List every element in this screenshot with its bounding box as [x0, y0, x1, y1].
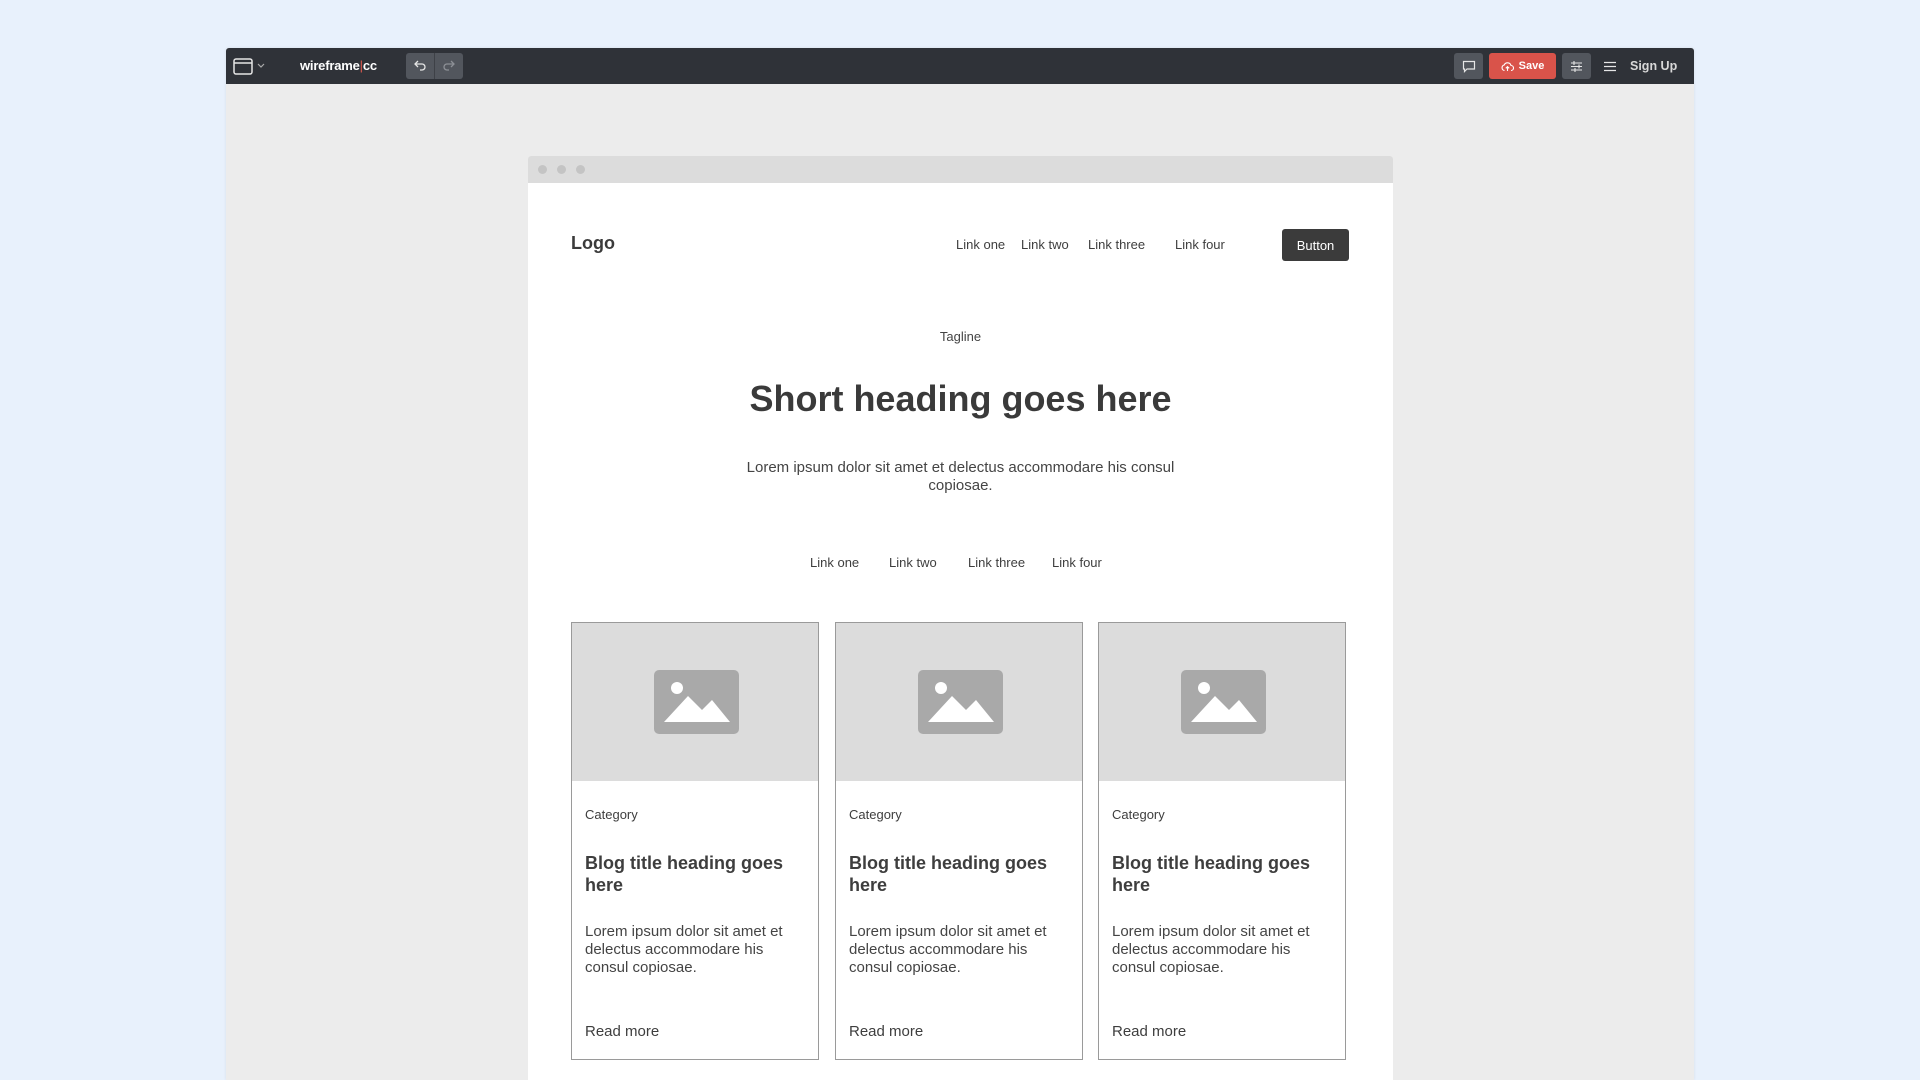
app-brand: wireframe|cc [300, 58, 377, 73]
history-group [406, 53, 463, 79]
comment-icon[interactable] [1454, 53, 1483, 79]
blog-card[interactable]: Category Blog title heading goes here Lo… [835, 622, 1083, 1060]
menu-icon[interactable] [1602, 59, 1618, 73]
hero-lead-text: Lorem ipsum dolor sit amet et delectus a… [746, 459, 1175, 494]
hero-tagline: Tagline [939, 329, 982, 344]
nav-link-four[interactable]: Link four [1175, 237, 1225, 252]
redo-icon[interactable] [435, 53, 463, 79]
settings-sliders-icon[interactable] [1562, 53, 1591, 79]
card-title[interactable]: Blog title heading goes here [849, 852, 1071, 896]
nav-link-three[interactable]: Link three [1088, 237, 1145, 252]
window-icon[interactable] [232, 56, 254, 76]
window-dot [538, 165, 547, 174]
card-title[interactable]: Blog title heading goes here [585, 852, 807, 896]
hero-heading: Short heading goes here [749, 378, 1172, 419]
image-icon [1181, 670, 1266, 734]
card-image-placeholder [572, 623, 818, 781]
page-logo[interactable]: Logo [571, 233, 615, 254]
nav-cta-button[interactable]: Button [1282, 229, 1349, 261]
wireframe-canvas-browser[interactable]: Logo Link one Link two Link three Link f… [528, 156, 1393, 1080]
save-button[interactable]: Save [1489, 53, 1556, 79]
browser-title-bar [528, 156, 1393, 183]
nav-link-one[interactable]: Link one [956, 237, 1005, 252]
card-image-placeholder [836, 623, 1082, 781]
card-image-placeholder [1099, 623, 1345, 781]
chevron-down-icon[interactable] [256, 60, 266, 72]
cloud-upload-icon [1501, 61, 1514, 71]
card-category: Category [849, 807, 902, 822]
top-toolbar: wireframe|cc Save Sign Up [226, 48, 1694, 84]
filter-link-two[interactable]: Link two [889, 555, 937, 570]
undo-icon[interactable] [406, 53, 434, 79]
app-window: wireframe|cc Save Sign Up Logo Link one … [226, 48, 1694, 1080]
window-dot [557, 165, 566, 174]
filter-link-three[interactable]: Link three [968, 555, 1025, 570]
filter-link-four[interactable]: Link four [1052, 555, 1102, 570]
read-more-link[interactable]: Read more [585, 1023, 659, 1040]
image-icon [918, 670, 1003, 734]
card-category: Category [585, 807, 638, 822]
card-title[interactable]: Blog title heading goes here [1112, 852, 1334, 896]
save-button-label: Save [1518, 60, 1545, 72]
card-category: Category [1112, 807, 1165, 822]
sign-up-link[interactable]: Sign Up [1630, 48, 1677, 84]
blog-card[interactable]: Category Blog title heading goes here Lo… [1098, 622, 1346, 1060]
blog-card[interactable]: Category Blog title heading goes here Lo… [571, 622, 819, 1060]
read-more-link[interactable]: Read more [849, 1023, 923, 1040]
card-excerpt: Lorem ipsum dolor sit amet et delectus a… [849, 923, 1047, 976]
image-icon [654, 670, 739, 734]
card-excerpt: Lorem ipsum dolor sit amet et delectus a… [1112, 923, 1310, 976]
nav-link-two[interactable]: Link two [1021, 237, 1069, 252]
window-dot [576, 165, 585, 174]
card-excerpt: Lorem ipsum dolor sit amet et delectus a… [585, 923, 783, 976]
filter-link-one[interactable]: Link one [810, 555, 859, 570]
read-more-link[interactable]: Read more [1112, 1023, 1186, 1040]
